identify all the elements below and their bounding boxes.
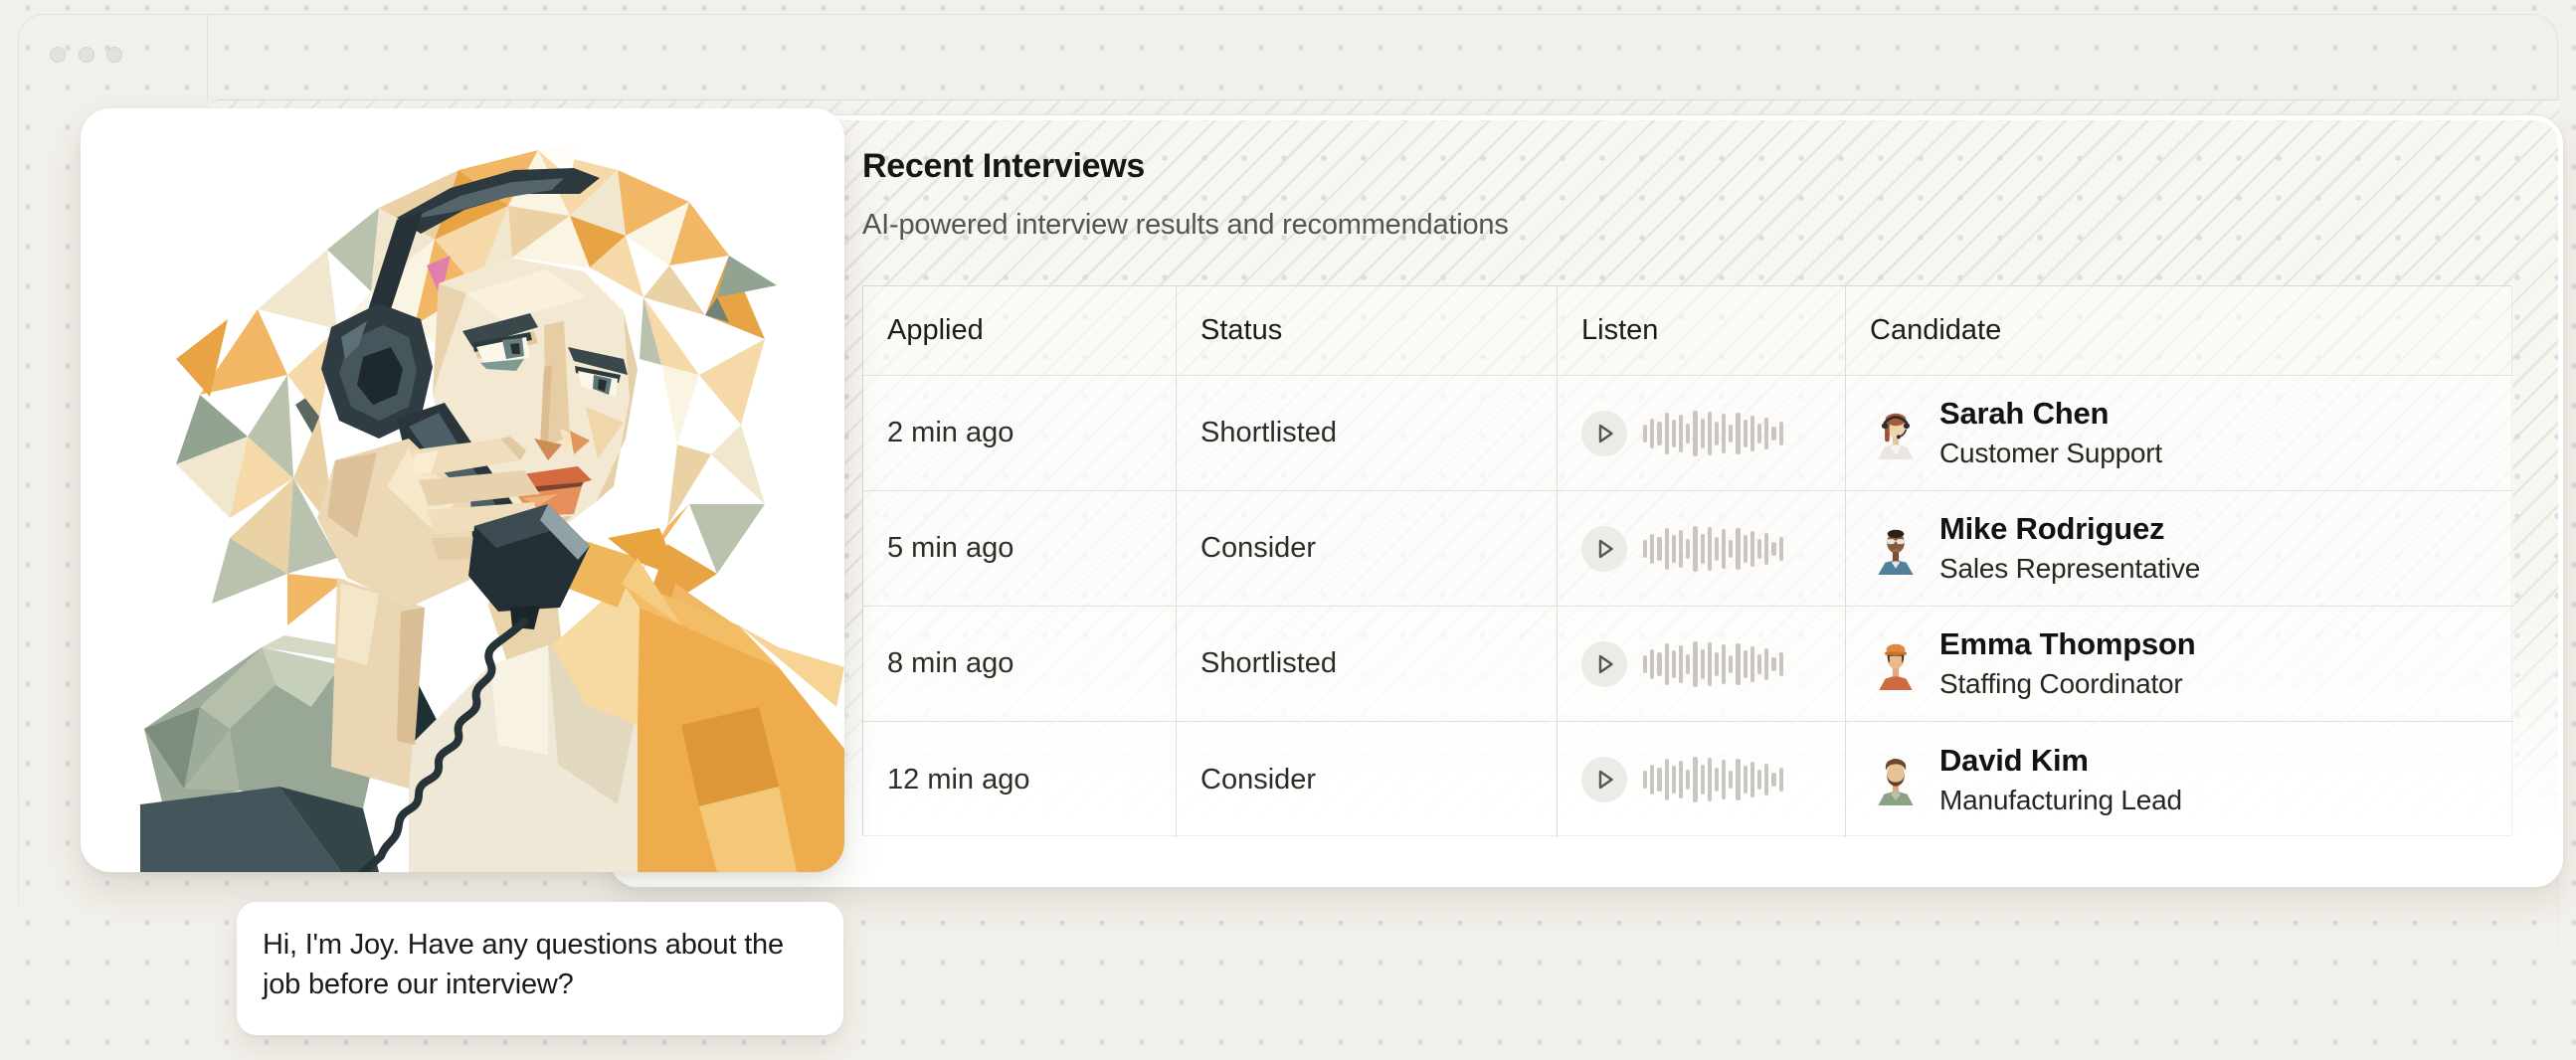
status-cell: Consider [1176,722,1557,837]
avatar-emma-thompson [1870,638,1922,690]
desktop-background: Recent Interviews AI-powered interview r… [0,0,2576,1060]
chat-message: Hi, I'm Joy. Have any questions about th… [263,929,784,1000]
listen-cell [1557,607,1845,722]
candidate-name: Sarah Chen [1939,397,2162,431]
audio-waveform[interactable] [1643,755,1786,804]
audio-waveform[interactable] [1643,639,1786,689]
column-header-candidate: Candidate [1845,286,2513,376]
agent-avatar-card [81,108,844,872]
audio-waveform[interactable] [1643,409,1786,458]
applied-cell: 8 min ago [863,607,1176,722]
listen-cell [1557,722,1845,837]
avatar-mike-rodriguez [1870,523,1922,575]
candidate-role: Sales Representative [1939,553,2200,585]
play-icon [1581,757,1627,802]
play-button[interactable] [1581,411,1627,456]
column-header-status: Status [1176,286,1557,376]
window-control-dot-2[interactable] [79,47,94,63]
status-cell: Shortlisted [1176,376,1557,491]
listen-cell [1557,491,1845,607]
play-button[interactable] [1581,641,1627,687]
play-button[interactable] [1581,526,1627,572]
candidate-role: Customer Support [1939,438,2162,469]
candidate-cell: David Kim Manufacturing Lead [1845,722,2513,837]
chat-bubble: Hi, I'm Joy. Have any questions about th… [237,902,843,1035]
play-button[interactable] [1581,757,1627,802]
window-control-dot-1[interactable] [50,47,66,63]
column-header-listen: Listen [1557,286,1845,376]
status-cell: Consider [1176,491,1557,607]
candidate-cell: Emma Thompson Staffing Coordinator [1845,607,2513,722]
candidate-role: Staffing Coordinator [1939,668,2195,700]
candidate-name: Mike Rodriguez [1939,512,2200,546]
candidate-cell: Mike Rodriguez Sales Representative [1845,491,2513,607]
applied-cell: 5 min ago [863,491,1176,607]
interviews-table: Applied Status Listen Candidate 2 min ag… [862,285,2512,836]
window-control-dot-3[interactable] [106,47,122,63]
candidate-cell: Sarah Chen Customer Support [1845,376,2513,491]
candidate-name: Emma Thompson [1939,627,2195,661]
sidebar-divider [207,15,208,100]
candidate-role: Manufacturing Lead [1939,785,2182,816]
joy-illustration [81,108,844,872]
status-cell: Shortlisted [1176,607,1557,722]
play-icon [1581,411,1627,456]
page-title: Recent Interviews [862,147,1145,186]
applied-cell: 12 min ago [863,722,1176,837]
avatar-david-kim [1870,754,1922,805]
avatar-sarah-chen [1870,408,1922,459]
forearm [331,578,425,789]
audio-waveform[interactable] [1643,524,1786,574]
play-icon [1581,526,1627,572]
listen-cell [1557,376,1845,491]
mouthpiece [468,504,590,629]
applied-cell: 2 min ago [863,376,1176,491]
play-icon [1581,641,1627,687]
page-subtitle: AI-powered interview results and recomme… [862,209,1509,242]
candidate-name: David Kim [1939,744,2182,778]
column-header-applied: Applied [863,286,1176,376]
